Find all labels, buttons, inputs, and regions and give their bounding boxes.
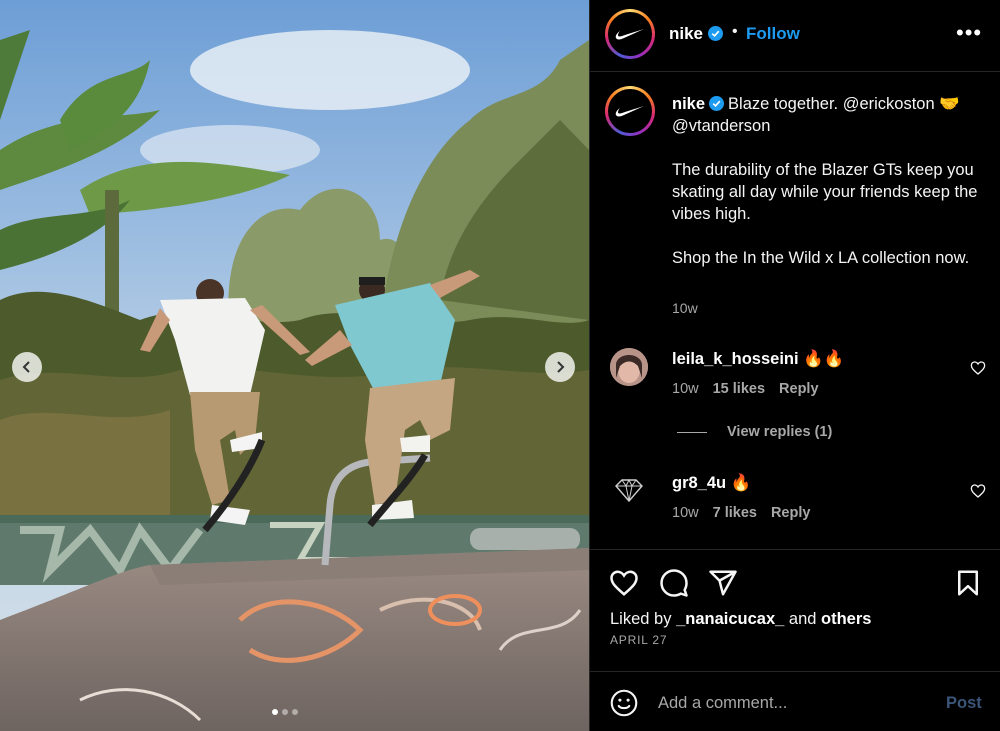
follow-button[interactable]: Follow [746, 24, 800, 44]
comment-reply-button[interactable]: Reply [771, 505, 811, 521]
liked-by-prefix: Liked by [610, 610, 672, 628]
heart-icon[interactable] [970, 483, 986, 499]
author-username[interactable]: nike [669, 24, 703, 44]
heart-icon[interactable] [609, 568, 639, 598]
comment-text: 🔥 [730, 474, 752, 492]
comment-input[interactable] [658, 690, 918, 716]
liked-by-others[interactable]: others [821, 610, 871, 628]
chevron-left-icon [22, 361, 30, 373]
comment-time[interactable]: 10w [672, 381, 699, 397]
comment-likes[interactable]: 7 likes [713, 505, 757, 521]
diamond-icon [615, 478, 643, 503]
emoji-icon[interactable] [610, 689, 638, 717]
commenter-username[interactable]: gr8_4u [672, 474, 726, 492]
post-photo[interactable] [0, 0, 589, 731]
liked-by-mid: and [788, 610, 817, 628]
comment-icon[interactable] [659, 568, 689, 598]
skatepark-photo [0, 0, 589, 731]
comment-meta: 10w 15 likes Reply [672, 381, 819, 397]
nike-swoosh-icon [615, 106, 644, 117]
comment-meta: 10w 7 likes Reply [672, 505, 810, 521]
post-date[interactable]: APRIL 27 [610, 633, 667, 647]
carousel-dot[interactable] [272, 709, 278, 715]
verified-icon [709, 96, 725, 111]
carousel-prev-button[interactable] [12, 352, 42, 382]
caption-line-2: The durability of the Blazer GTs keep yo… [672, 161, 978, 223]
comment-body: gr8_4u 🔥 [672, 474, 751, 493]
carousel-next-button[interactable] [545, 352, 575, 382]
post-panel: nike • Follow ••• nike Blaze together. @e… [589, 0, 1000, 731]
caption-timestamp[interactable]: 10w [672, 300, 698, 316]
carousel-dot[interactable] [282, 709, 288, 715]
share-icon[interactable] [708, 568, 738, 598]
post-caption: nike Blaze together. @erickoston 🤝 @vtand… [672, 93, 982, 291]
liked-by-user[interactable]: _nanaicucax_ [676, 610, 784, 628]
heart-icon[interactable] [970, 360, 986, 376]
add-comment-bar: Post [590, 671, 1000, 731]
post-header: nike • Follow ••• [590, 0, 1000, 72]
comment-body: leila_k_hosseini 🔥🔥 [672, 350, 844, 369]
post-comment-button[interactable]: Post [946, 694, 982, 713]
author-avatar[interactable] [605, 9, 655, 59]
comment-text: 🔥🔥 [803, 350, 845, 368]
verified-icon [708, 26, 723, 41]
caption-author[interactable]: nike [672, 95, 705, 113]
comment-time[interactable]: 10w [672, 505, 699, 521]
liked-by: Liked by _nanaicucax_ and others [610, 610, 871, 629]
comment-likes[interactable]: 15 likes [713, 381, 765, 397]
view-replies-label: View replies (1) [727, 424, 833, 440]
comment-reply-button[interactable]: Reply [779, 381, 819, 397]
carousel-dot[interactable] [292, 709, 298, 715]
chevron-right-icon [557, 361, 565, 373]
carousel-dots [272, 709, 298, 715]
replies-divider [677, 431, 707, 433]
view-replies-button[interactable]: View replies (1) [677, 424, 832, 440]
post-actions: Liked by _nanaicucax_ and others APRIL 2… [590, 549, 1000, 671]
nike-swoosh-icon [615, 29, 644, 40]
header-bullet: • [732, 23, 738, 40]
bookmark-icon[interactable] [953, 568, 983, 598]
avatar-photo [610, 348, 648, 386]
comments-section[interactable]: nike Blaze together. @erickoston 🤝 @vtand… [590, 73, 1000, 549]
caption-author-avatar[interactable] [605, 86, 655, 136]
commenter-avatar[interactable] [610, 471, 648, 509]
commenter-avatar[interactable] [610, 348, 648, 386]
caption-line-3: Shop the In the Wild x LA collection now… [672, 249, 970, 267]
commenter-username[interactable]: leila_k_hosseini [672, 350, 799, 368]
more-options-icon[interactable]: ••• [956, 22, 982, 44]
